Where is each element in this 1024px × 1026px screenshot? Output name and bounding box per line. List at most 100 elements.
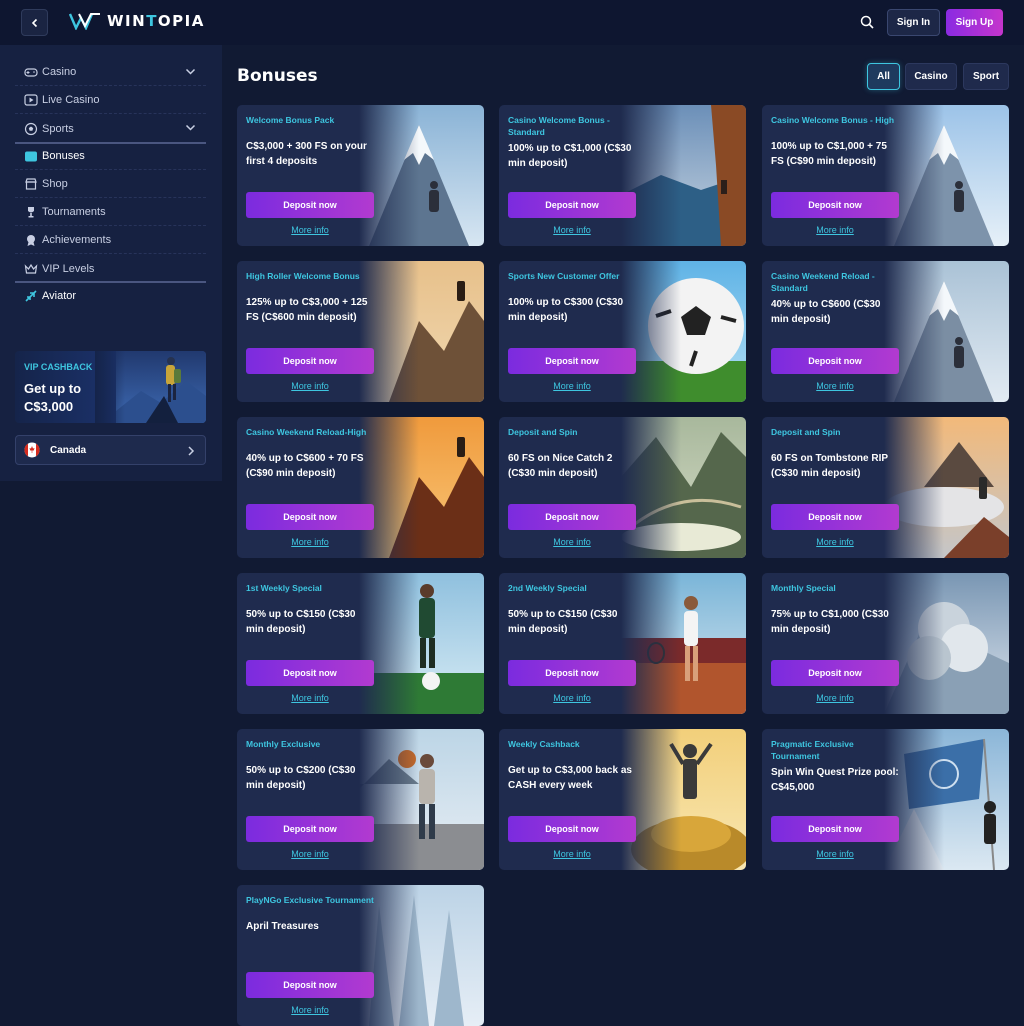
sidebar-item-tournaments[interactable]: Tournaments [15, 199, 206, 226]
bonus-card-title: Casino Weekend Reload-High [246, 427, 367, 437]
deposit-now-button[interactable]: Deposit now [246, 972, 374, 998]
bonus-card-description: C$3,000 + 300 FS on your first 4 deposit… [246, 141, 367, 167]
bonus-card[interactable]: Welcome Bonus Pack C$3,000 + 300 FS on y… [237, 105, 484, 246]
bonus-card-description: 60 FS on Tombstone RIP (C$30 min deposit… [771, 453, 888, 479]
bonus-card[interactable]: Weekly Cashback Get up to C$3,000 back a… [499, 729, 746, 870]
bonus-card[interactable]: Casino Weekend Reload-High 40% up to C$6… [237, 417, 484, 558]
deposit-now-button[interactable]: Deposit now [771, 348, 899, 374]
vip-cashback-label: VIP CASHBACK [24, 362, 93, 372]
chevron-down-icon[interactable] [185, 66, 196, 77]
more-info-link[interactable]: More info [508, 225, 636, 235]
bonus-card[interactable]: Casino Welcome Bonus - Standard 100% up … [499, 105, 746, 246]
sidebar-item-live-casino[interactable]: Live Casino [15, 87, 206, 114]
bonus-card[interactable]: Deposit and Spin 60 FS on Tombstone RIP … [762, 417, 1009, 558]
bonus-card-title: PlayNGo Exclusive Tournament [246, 895, 374, 905]
bonus-card[interactable]: Sports New Customer Offer 100% up to C$3… [499, 261, 746, 402]
more-info-link[interactable]: More info [246, 849, 374, 859]
back-button[interactable] [21, 9, 48, 36]
sidebar-item-label: Bonuses [42, 150, 85, 162]
more-info-link[interactable]: More info [508, 849, 636, 859]
filter-all[interactable]: All [867, 63, 900, 90]
sidebar-item-sports[interactable]: Sports [15, 115, 206, 142]
more-info-link[interactable]: More info [246, 381, 374, 391]
more-info-link[interactable]: More info [771, 381, 899, 391]
sidebar-item-label: Achievements [42, 234, 112, 246]
sidebar-item-aviator[interactable]: Aviator [15, 282, 206, 309]
bonus-card-description: 100% up to C$1,000 + 75 FS (C$90 min dep… [771, 141, 887, 167]
bonus-card-title: Monthly Exclusive [246, 739, 321, 749]
bonus-card[interactable]: Monthly Exclusive 50% up to C$200 (C$30 … [237, 729, 484, 870]
more-info-link[interactable]: More info [771, 225, 899, 235]
bonus-card[interactable]: PlayNGo Exclusive Tournament April Treas… [237, 885, 484, 1026]
sidebar-item-achievements[interactable]: Achievements [15, 227, 206, 254]
country-name: Canada [50, 444, 87, 456]
search-button[interactable] [857, 12, 877, 32]
vip-cashback-amount: Get up to C$3,000 [24, 381, 82, 414]
soccer-ball-icon [24, 122, 38, 136]
country-selector[interactable]: Canada [15, 435, 206, 465]
deposit-now-button[interactable]: Deposit now [246, 504, 374, 530]
more-info-link[interactable]: More info [246, 693, 374, 703]
deposit-now-button[interactable]: Deposit now [508, 660, 636, 686]
deposit-now-button[interactable]: Deposit now [771, 504, 899, 530]
more-info-link[interactable]: More info [246, 537, 374, 547]
sidebar-item-casino[interactable]: Casino [15, 59, 206, 86]
shop-icon [24, 177, 38, 191]
chevron-down-icon[interactable] [185, 122, 196, 133]
deposit-now-button[interactable]: Deposit now [246, 348, 374, 374]
bonus-card-title: Casino Welcome Bonus - Standard [508, 115, 610, 137]
sign-up-button[interactable]: Sign Up [946, 9, 1003, 36]
filter-sport[interactable]: Sport [963, 63, 1009, 90]
sidebar-item-vip-levels[interactable]: VIP Levels [15, 255, 206, 282]
bonus-card[interactable]: Casino Weekend Reload - Standard 40% up … [762, 261, 1009, 402]
deposit-now-button[interactable]: Deposit now [508, 816, 636, 842]
bonus-card[interactable]: 2nd Weekly Special 50% up to C$150 (C$30… [499, 573, 746, 714]
bonus-card[interactable]: Monthly Special 75% up to C$1,000 (C$30 … [762, 573, 1009, 714]
bonus-card[interactable]: 1st Weekly Special 50% up to C$150 (C$30… [237, 573, 484, 714]
more-info-link[interactable]: More info [508, 693, 636, 703]
logo[interactable]: WINTOPIA [69, 12, 205, 30]
bonus-card[interactable]: Pragmatic Exclusive Tournament Spin Win … [762, 729, 1009, 870]
chevron-right-icon [188, 446, 195, 456]
top-header: WINTOPIA Sign In Sign Up [0, 0, 1024, 45]
more-info-link[interactable]: More info [771, 849, 899, 859]
deposit-now-button[interactable]: Deposit now [771, 192, 899, 218]
filter-casino[interactable]: Casino [905, 63, 957, 90]
more-info-link[interactable]: More info [508, 381, 636, 391]
bonus-card-title: 1st Weekly Special [246, 583, 322, 593]
sign-in-button[interactable]: Sign In [887, 9, 940, 36]
gift-icon [24, 149, 38, 163]
more-info-link[interactable]: More info [508, 537, 636, 547]
sidebar: Casino Live Casino Sports Bonuses Shop T… [0, 45, 222, 481]
deposit-now-button[interactable]: Deposit now [771, 816, 899, 842]
deposit-now-button[interactable]: Deposit now [771, 660, 899, 686]
bonus-card-description: 40% up to C$600 + 70 FS (C$90 min deposi… [246, 453, 364, 479]
more-info-link[interactable]: More info [771, 537, 899, 547]
deposit-now-button[interactable]: Deposit now [246, 816, 374, 842]
vip-hiker-illustration [116, 351, 206, 423]
bonus-card-description: Get up to C$3,000 back as CASH every wee… [508, 765, 632, 791]
deposit-now-button[interactable]: Deposit now [508, 192, 636, 218]
logo-text: WINTOPIA [107, 12, 205, 30]
more-info-link[interactable]: More info [246, 1005, 374, 1015]
live-play-icon [24, 93, 38, 107]
bonus-card-description: Spin Win Quest Prize pool: C$45,000 [771, 767, 899, 793]
deposit-now-button[interactable]: Deposit now [246, 192, 374, 218]
deposit-now-button[interactable]: Deposit now [246, 660, 374, 686]
bonus-card[interactable]: Deposit and Spin 60 FS on Nice Catch 2 (… [499, 417, 746, 558]
sidebar-item-label: Sports [42, 122, 74, 135]
vip-cashback-banner[interactable]: VIP CASHBACK Get up to C$3,000 [15, 351, 206, 423]
sidebar-item-bonuses[interactable]: Bonuses [15, 143, 206, 170]
deposit-now-button[interactable]: Deposit now [508, 348, 636, 374]
canada-flag-icon [24, 442, 40, 458]
bonus-card-description: 100% up to C$300 (C$30 min deposit) [508, 297, 624, 323]
bonus-card-title: Weekly Cashback [508, 739, 580, 749]
more-info-link[interactable]: More info [246, 225, 374, 235]
bonus-card[interactable]: High Roller Welcome Bonus 125% up to C$3… [237, 261, 484, 402]
more-info-link[interactable]: More info [771, 693, 899, 703]
sidebar-item-shop[interactable]: Shop [15, 171, 206, 198]
bonus-card-title: Deposit and Spin [508, 427, 578, 437]
bonus-card[interactable]: Casino Welcome Bonus - High 100% up to C… [762, 105, 1009, 246]
bonus-card-description: April Treasures [246, 921, 319, 932]
deposit-now-button[interactable]: Deposit now [508, 504, 636, 530]
